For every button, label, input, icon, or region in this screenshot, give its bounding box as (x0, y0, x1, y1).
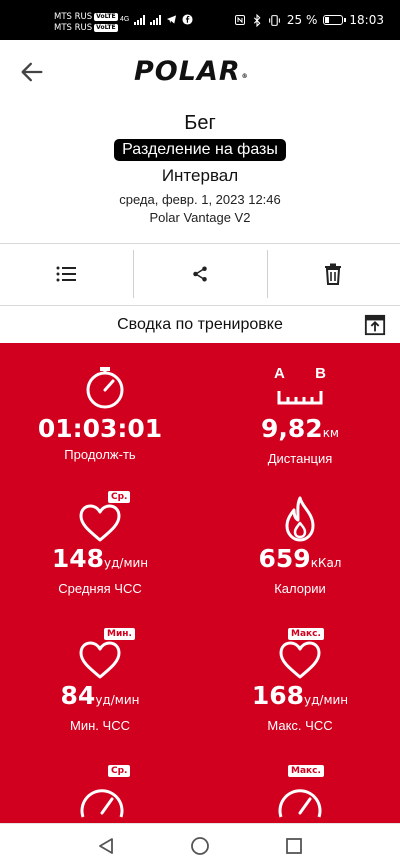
duration-label: Продолж-ть (64, 447, 136, 462)
training-datetime: среда, февр. 1, 2023 12:46 (119, 192, 281, 207)
bluetooth-icon (253, 13, 261, 27)
duration-value: 01:03:01 (37, 414, 163, 443)
max-badge: Макс. (288, 628, 324, 640)
system-nav-bar (0, 823, 400, 867)
stat-duration: 01:03:01 Продолж-ть (0, 361, 200, 462)
stat-max-speed: Макс. (200, 765, 400, 818)
min-badge: Мин. (104, 628, 135, 640)
min-hr-value: 84 (60, 681, 96, 710)
sport-name: Бег (184, 112, 216, 134)
telegram-icon (167, 15, 177, 24)
export-icon[interactable] (364, 314, 386, 336)
action-bar (0, 244, 400, 304)
stat-min-hr: Мин. 84уд/мин Мин. ЧСС (0, 628, 200, 733)
nav-back-icon[interactable] (97, 837, 115, 855)
carrier-1: MTS RUS (54, 12, 93, 22)
phase-badge: Разделение на фазы (114, 139, 286, 161)
delete-button[interactable] (266, 244, 400, 304)
max-hr-label: Макс. ЧСС (267, 718, 333, 733)
stopwatch-icon (0, 361, 200, 413)
training-header: Бег Разделение на фазы Интервал среда, ф… (0, 112, 400, 225)
signal-icon (150, 14, 162, 25)
max-hr-unit: уд/мин (304, 693, 349, 707)
distance-value: 9,82 (261, 414, 323, 443)
stat-max-hr: Макс. 168уд/мин Макс. ЧСС (200, 628, 400, 733)
calories-label: Калории (274, 581, 326, 596)
avg-speed-badge: Ср. (108, 765, 131, 777)
heart-icon: Макс. (200, 628, 400, 680)
max-speed-badge: Макс. (288, 765, 324, 777)
training-summary-panel: 01:03:01 Продолж-ть A B 9,82км Дистанция… (0, 343, 400, 823)
trash-icon (325, 263, 342, 285)
net-type: 4G (120, 16, 130, 23)
device-name: Polar Vantage V2 (149, 210, 251, 225)
speedometer-icon: Макс. (200, 765, 400, 818)
calories-value: 659 (258, 544, 311, 573)
heart-icon: Ср. (0, 491, 200, 543)
speedometer-icon: Ср. (0, 765, 200, 818)
battery-icon (323, 15, 347, 25)
facebook-icon (182, 14, 193, 25)
details-button[interactable] (0, 244, 133, 304)
battery-percent: 25 % (286, 13, 318, 27)
summary-header: Сводка по тренировке (0, 306, 400, 344)
status-icons-right: 25 % 18:03 (234, 13, 384, 27)
nav-home-icon[interactable] (190, 836, 210, 856)
logo-text: POLAR (134, 56, 241, 87)
stat-calories: 659кКал Калории (200, 491, 400, 596)
signal-icon (134, 14, 146, 25)
heart-icon: Мин. (0, 628, 200, 680)
nfc-icon (234, 15, 245, 25)
training-type: Интервал (161, 166, 239, 185)
marker-a: A (274, 365, 285, 382)
distance-icon: A B (200, 361, 400, 413)
app-bar: POLAR® (0, 40, 400, 104)
clock: 18:03 (349, 13, 384, 27)
list-icon (56, 266, 76, 282)
polar-logo: POLAR® (134, 56, 249, 87)
flame-icon (200, 491, 400, 543)
calories-unit: кКал (310, 556, 342, 570)
stat-avg-hr: Ср. 148уд/мин Средняя ЧСС (0, 491, 200, 596)
volte-badge: VoLTE (94, 24, 118, 32)
min-hr-unit: уд/мин (95, 693, 140, 707)
carrier-info: MTS RUS VoLTE MTS RUS VoLTE (54, 12, 118, 34)
share-icon (193, 266, 207, 282)
stat-distance: A B 9,82км Дистанция (200, 361, 400, 466)
min-hr-label: Мин. ЧСС (70, 718, 130, 733)
status-bar: MTS RUS VoLTE MTS RUS VoLTE 4G 25 % 18:03 (0, 0, 400, 40)
vibrate-icon (268, 14, 280, 26)
status-icons-left: 4G (120, 14, 193, 25)
distance-label: Дистанция (267, 451, 333, 466)
avg-hr-unit: уд/мин (104, 556, 149, 570)
share-button[interactable] (133, 244, 266, 304)
avg-hr-value: 148 (51, 544, 105, 573)
back-arrow-icon[interactable] (18, 58, 46, 86)
stat-avg-speed: Ср. (0, 765, 200, 818)
distance-unit: км (322, 426, 339, 440)
max-hr-value: 168 (251, 681, 305, 710)
avg-badge: Ср. (108, 491, 131, 503)
nav-recents-icon[interactable] (285, 837, 303, 855)
summary-title: Сводка по тренировке (117, 316, 283, 333)
registered-mark: ® (241, 73, 249, 80)
avg-hr-label: Средняя ЧСС (58, 581, 142, 596)
volte-badge: VoLTE (94, 13, 118, 21)
marker-b: B (315, 365, 326, 382)
carrier-2: MTS RUS (54, 23, 93, 33)
